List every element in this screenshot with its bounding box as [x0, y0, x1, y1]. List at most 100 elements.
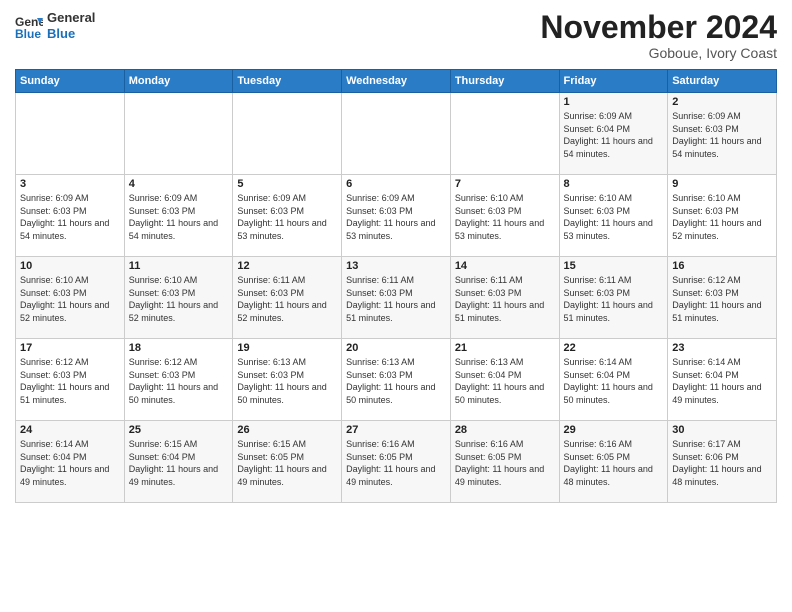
calendar-cell: [124, 93, 233, 175]
calendar-cell: 9 Sunrise: 6:10 AM Sunset: 6:03 PM Daylig…: [668, 175, 777, 257]
day-number: 25: [129, 424, 229, 436]
weekday-header-thursday: Thursday: [450, 70, 559, 93]
day-number: 29: [564, 424, 664, 436]
day-number: 10: [20, 260, 120, 272]
day-number: 30: [672, 424, 772, 436]
calendar-cell: 25 Sunrise: 6:15 AM Sunset: 6:04 PM Dayli…: [124, 421, 233, 503]
day-info: Sunrise: 6:12 AM Sunset: 6:03 PM Dayligh…: [672, 274, 772, 324]
day-number: 3: [20, 178, 120, 190]
calendar-cell: 11 Sunrise: 6:10 AM Sunset: 6:03 PM Dayli…: [124, 257, 233, 339]
day-info: Sunrise: 6:15 AM Sunset: 6:05 PM Dayligh…: [237, 438, 337, 488]
day-info: Sunrise: 6:10 AM Sunset: 6:03 PM Dayligh…: [455, 192, 555, 242]
calendar-week-2: 3 Sunrise: 6:09 AM Sunset: 6:03 PM Daylig…: [16, 175, 777, 257]
day-number: 23: [672, 342, 772, 354]
day-info: Sunrise: 6:13 AM Sunset: 6:03 PM Dayligh…: [237, 356, 337, 406]
logo: General Blue General Blue: [15, 10, 95, 41]
day-number: 14: [455, 260, 555, 272]
title-block: November 2024 Goboue, Ivory Coast: [540, 10, 777, 61]
day-number: 22: [564, 342, 664, 354]
day-info: Sunrise: 6:09 AM Sunset: 6:03 PM Dayligh…: [672, 110, 772, 160]
day-number: 8: [564, 178, 664, 190]
day-info: Sunrise: 6:10 AM Sunset: 6:03 PM Dayligh…: [20, 274, 120, 324]
day-number: 17: [20, 342, 120, 354]
calendar-cell: 13 Sunrise: 6:11 AM Sunset: 6:03 PM Dayli…: [342, 257, 451, 339]
day-number: 16: [672, 260, 772, 272]
day-info: Sunrise: 6:14 AM Sunset: 6:04 PM Dayligh…: [564, 356, 664, 406]
day-number: 26: [237, 424, 337, 436]
day-info: Sunrise: 6:11 AM Sunset: 6:03 PM Dayligh…: [455, 274, 555, 324]
weekday-header-wednesday: Wednesday: [342, 70, 451, 93]
calendar-cell: 7 Sunrise: 6:10 AM Sunset: 6:03 PM Daylig…: [450, 175, 559, 257]
calendar-cell: 14 Sunrise: 6:11 AM Sunset: 6:03 PM Dayli…: [450, 257, 559, 339]
day-number: 1: [564, 96, 664, 108]
day-info: Sunrise: 6:16 AM Sunset: 6:05 PM Dayligh…: [455, 438, 555, 488]
logo-general: General: [47, 10, 95, 26]
day-info: Sunrise: 6:09 AM Sunset: 6:03 PM Dayligh…: [237, 192, 337, 242]
calendar-cell: [342, 93, 451, 175]
calendar-cell: 12 Sunrise: 6:11 AM Sunset: 6:03 PM Dayli…: [233, 257, 342, 339]
logo-icon: General Blue: [15, 12, 43, 40]
calendar-cell: 23Sunrise: 6:14 AM Sunset: 6:04 PM Dayli…: [668, 339, 777, 421]
calendar-cell: 6Sunrise: 6:09 AM Sunset: 6:03 PM Daylig…: [342, 175, 451, 257]
weekday-header-sunday: Sunday: [16, 70, 125, 93]
calendar-cell: 30Sunrise: 6:17 AM Sunset: 6:06 PM Dayli…: [668, 421, 777, 503]
logo-blue: Blue: [47, 26, 95, 42]
calendar-cell: 28Sunrise: 6:16 AM Sunset: 6:05 PM Dayli…: [450, 421, 559, 503]
calendar-week-3: 10 Sunrise: 6:10 AM Sunset: 6:03 PM Dayli…: [16, 257, 777, 339]
calendar-cell: [450, 93, 559, 175]
day-info: Sunrise: 6:16 AM Sunset: 6:05 PM Dayligh…: [346, 438, 446, 488]
calendar-cell: 24Sunrise: 6:14 AM Sunset: 6:04 PM Dayli…: [16, 421, 125, 503]
weekday-header-friday: Friday: [559, 70, 668, 93]
calendar-table: SundayMondayTuesdayWednesdayThursdayFrid…: [15, 69, 777, 503]
day-info: Sunrise: 6:12 AM Sunset: 6:03 PM Dayligh…: [20, 356, 120, 406]
weekday-header-monday: Monday: [124, 70, 233, 93]
weekday-header-tuesday: Tuesday: [233, 70, 342, 93]
calendar-cell: 20 Sunrise: 6:13 AM Sunset: 6:03 PM Dayli…: [342, 339, 451, 421]
calendar-cell: 17 Sunrise: 6:12 AM Sunset: 6:03 PM Dayli…: [16, 339, 125, 421]
day-info: Sunrise: 6:12 AM Sunset: 6:03 PM Dayligh…: [129, 356, 229, 406]
location: Goboue, Ivory Coast: [540, 45, 777, 61]
day-number: 12: [237, 260, 337, 272]
calendar-week-1: 1 Sunrise: 6:09 AM Sunset: 6:04 PM Daylig…: [16, 93, 777, 175]
day-info: Sunrise: 6:09 AM Sunset: 6:03 PM Dayligh…: [20, 192, 120, 242]
day-number: 27: [346, 424, 446, 436]
day-info: Sunrise: 6:10 AM Sunset: 6:03 PM Dayligh…: [672, 192, 772, 242]
calendar-cell: 8 Sunrise: 6:10 AM Sunset: 6:03 PM Daylig…: [559, 175, 668, 257]
calendar-cell: 3 Sunrise: 6:09 AM Sunset: 6:03 PM Daylig…: [16, 175, 125, 257]
calendar-cell: 26 Sunrise: 6:15 AM Sunset: 6:05 PM Dayli…: [233, 421, 342, 503]
calendar-cell: 27 Sunrise: 6:16 AM Sunset: 6:05 PM Dayli…: [342, 421, 451, 503]
day-number: 18: [129, 342, 229, 354]
day-number: 11: [129, 260, 229, 272]
day-number: 21: [455, 342, 555, 354]
calendar-cell: 21Sunrise: 6:13 AM Sunset: 6:04 PM Dayli…: [450, 339, 559, 421]
day-info: Sunrise: 6:15 AM Sunset: 6:04 PM Dayligh…: [129, 438, 229, 488]
day-info: Sunrise: 6:10 AM Sunset: 6:03 PM Dayligh…: [129, 274, 229, 324]
calendar-header-row: SundayMondayTuesdayWednesdayThursdayFrid…: [16, 70, 777, 93]
day-number: 15: [564, 260, 664, 272]
calendar-cell: 18 Sunrise: 6:12 AM Sunset: 6:03 PM Dayli…: [124, 339, 233, 421]
month-title: November 2024: [540, 10, 777, 45]
day-info: Sunrise: 6:13 AM Sunset: 6:03 PM Dayligh…: [346, 356, 446, 406]
day-info: Sunrise: 6:09 AM Sunset: 6:03 PM Dayligh…: [129, 192, 229, 242]
svg-text:Blue: Blue: [15, 27, 41, 40]
day-number: 9: [672, 178, 772, 190]
calendar-cell: [16, 93, 125, 175]
day-info: Sunrise: 6:11 AM Sunset: 6:03 PM Dayligh…: [346, 274, 446, 324]
calendar-cell: 22 Sunrise: 6:14 AM Sunset: 6:04 PM Dayli…: [559, 339, 668, 421]
calendar-cell: 19Sunrise: 6:13 AM Sunset: 6:03 PM Dayli…: [233, 339, 342, 421]
page-header: General Blue General Blue November 2024 …: [15, 10, 777, 61]
calendar-cell: 16 Sunrise: 6:12 AM Sunset: 6:03 PM Dayli…: [668, 257, 777, 339]
day-info: Sunrise: 6:11 AM Sunset: 6:03 PM Dayligh…: [237, 274, 337, 324]
day-info: Sunrise: 6:14 AM Sunset: 6:04 PM Dayligh…: [20, 438, 120, 488]
day-number: 20: [346, 342, 446, 354]
calendar-cell: 10 Sunrise: 6:10 AM Sunset: 6:03 PM Dayli…: [16, 257, 125, 339]
calendar-cell: 5 Sunrise: 6:09 AM Sunset: 6:03 PM Daylig…: [233, 175, 342, 257]
calendar-cell: 29Sunrise: 6:16 AM Sunset: 6:05 PM Dayli…: [559, 421, 668, 503]
calendar-cell: 4Sunrise: 6:09 AM Sunset: 6:03 PM Daylig…: [124, 175, 233, 257]
day-number: 7: [455, 178, 555, 190]
day-info: Sunrise: 6:09 AM Sunset: 6:03 PM Dayligh…: [346, 192, 446, 242]
day-number: 5: [237, 178, 337, 190]
day-info: Sunrise: 6:09 AM Sunset: 6:04 PM Dayligh…: [564, 110, 664, 160]
day-info: Sunrise: 6:10 AM Sunset: 6:03 PM Dayligh…: [564, 192, 664, 242]
day-number: 13: [346, 260, 446, 272]
